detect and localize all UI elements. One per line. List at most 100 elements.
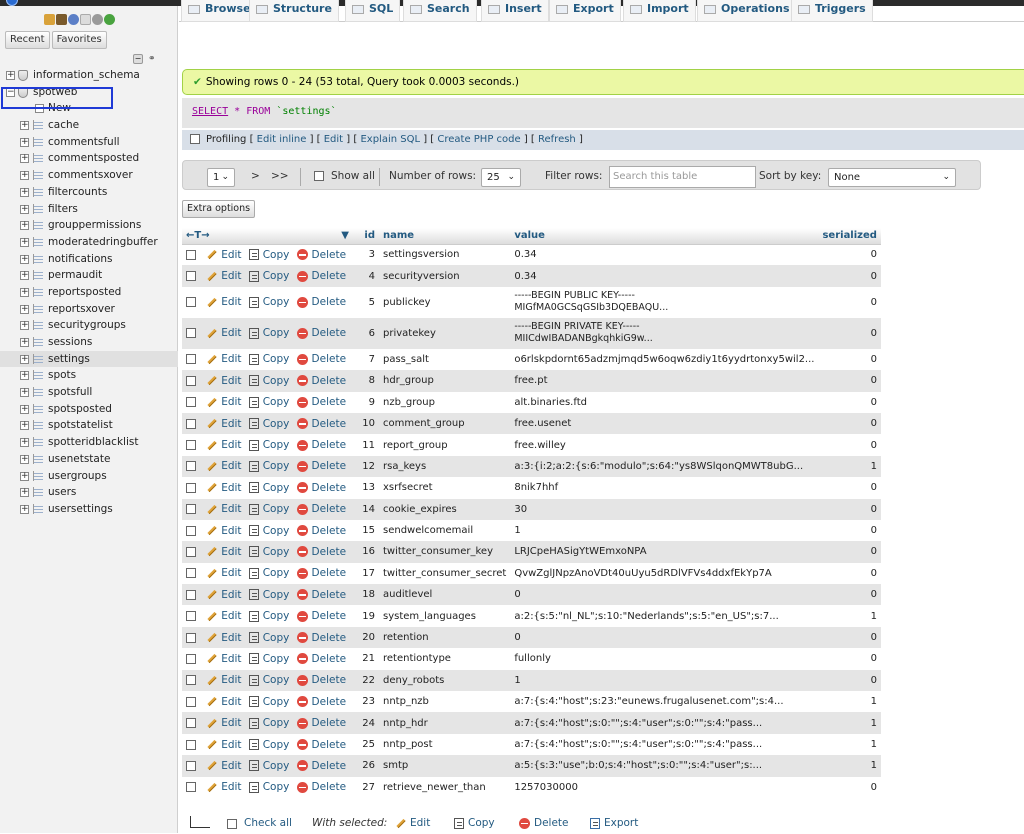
cell-name[interactable]: nntp_post — [379, 733, 511, 756]
cell-serialized[interactable]: 0 — [818, 626, 881, 649]
cell-value[interactable]: free.pt — [510, 370, 819, 392]
cell-name[interactable]: pass_salt — [379, 348, 511, 371]
cell-value[interactable]: -----BEGIN PRIVATE KEY----- MIICdwIBADANB… — [510, 317, 819, 349]
delete-row-button[interactable]: Delete — [296, 270, 346, 282]
cell-id[interactable]: 15 — [353, 519, 379, 542]
delete-row-button[interactable]: Delete — [296, 610, 346, 622]
cell-name[interactable]: twitter_consumer_secret — [379, 562, 511, 585]
cell-id[interactable]: 13 — [353, 477, 379, 499]
table-item-cache[interactable]: + cache — [0, 117, 178, 134]
cell-serialized[interactable]: 0 — [818, 584, 881, 606]
expand-icon[interactable]: + — [20, 121, 29, 131]
tab-triggers[interactable]: Triggers — [791, 0, 873, 22]
cell-value[interactable]: 1257030000 — [510, 776, 819, 798]
cell-name[interactable]: comment_group — [379, 412, 511, 435]
copy-row-button[interactable]: Copy — [248, 460, 289, 472]
cell-id[interactable]: 20 — [353, 626, 379, 649]
rows-select[interactable]: 25 ⌄ — [481, 168, 521, 187]
delete-row-button[interactable]: Delete — [296, 781, 346, 793]
cell-serialized[interactable]: 1 — [818, 455, 881, 478]
delete-row-button[interactable]: Delete — [296, 439, 346, 451]
copy-row-button[interactable]: Copy — [248, 249, 289, 261]
expand-icon[interactable]: + — [20, 171, 29, 181]
copy-row-button[interactable]: Copy — [248, 375, 289, 387]
expand-icon[interactable]: + — [20, 438, 29, 448]
table-item-settings[interactable]: + settings — [0, 350, 178, 368]
cell-serialized[interactable]: 0 — [818, 562, 881, 585]
delete-row-button[interactable]: Delete — [296, 296, 346, 308]
delete-row-button[interactable]: Delete — [296, 482, 346, 494]
cell-serialized[interactable]: 1 — [818, 755, 881, 777]
sql-select-keyword[interactable]: SELECT — [192, 106, 228, 117]
row-checkbox[interactable] — [186, 397, 196, 408]
expand-icon[interactable]: + — [20, 204, 29, 214]
reload-icon[interactable] — [104, 14, 115, 25]
row-checkbox[interactable] — [186, 440, 196, 451]
edit-row-button[interactable]: Edit — [207, 567, 242, 579]
row-checkbox[interactable] — [186, 418, 196, 429]
row-checkbox[interactable] — [186, 461, 196, 472]
row-checkbox[interactable] — [186, 632, 196, 643]
edit-row-button[interactable]: Edit — [207, 270, 242, 282]
delete-row-button[interactable]: Delete — [296, 696, 346, 708]
delete-row-button[interactable]: Delete — [296, 460, 346, 472]
cell-serialized[interactable]: 0 — [818, 498, 881, 520]
edit-row-button[interactable]: Edit — [207, 396, 242, 408]
edit-row-button[interactable]: Edit — [207, 353, 242, 365]
row-checkbox[interactable] — [186, 504, 196, 515]
cell-name[interactable]: auditlevel — [379, 584, 511, 606]
edit-row-button[interactable]: Edit — [207, 632, 242, 644]
cell-name[interactable]: smtp — [379, 755, 511, 777]
expand-icon[interactable]: + — [20, 471, 29, 481]
expand-icon[interactable]: + — [20, 271, 29, 281]
expand-icon[interactable]: + — [20, 221, 29, 231]
table-item-spotsposted[interactable]: + spotsposted — [0, 401, 178, 418]
cell-value[interactable]: 30 — [510, 498, 819, 520]
cell-serialized[interactable]: 0 — [818, 477, 881, 499]
cell-id[interactable]: 18 — [353, 584, 379, 606]
delete-row-button[interactable]: Delete — [296, 375, 346, 387]
cell-value[interactable]: free.usenet — [510, 412, 819, 435]
page-select[interactable]: 1 ⌄ — [207, 168, 235, 187]
edit-row-button[interactable]: Edit — [207, 296, 242, 308]
cell-name[interactable]: deny_robots — [379, 669, 511, 692]
row-checkbox[interactable] — [186, 739, 196, 750]
cell-value[interactable]: a:5:{s:3:"use";b:0;s:4:"host";s:0:"";s:4… — [510, 755, 819, 777]
column-header-id[interactable]: id — [353, 228, 379, 245]
cell-serialized[interactable]: 0 — [818, 348, 881, 371]
row-checkbox[interactable] — [186, 611, 196, 622]
expand-icon[interactable]: + — [20, 187, 29, 197]
cell-id[interactable]: 3 — [353, 244, 379, 266]
copy-row-button[interactable]: Copy — [248, 525, 289, 537]
cell-id[interactable]: 7 — [353, 348, 379, 371]
sort-select[interactable]: None ⌄ — [828, 168, 956, 187]
cell-id[interactable]: 21 — [353, 648, 379, 670]
row-checkbox[interactable] — [186, 297, 196, 308]
tab-sql[interactable]: SQL — [345, 0, 401, 22]
table-item-commentsxover[interactable]: + commentsxover — [0, 167, 178, 184]
cell-value[interactable]: a:3:{i:2;a:2:{s:6:"modulo";s:64:"ys8WSlq… — [510, 455, 819, 478]
row-checkbox[interactable] — [186, 760, 196, 771]
cell-value[interactable]: 0 — [510, 584, 819, 606]
cell-serialized[interactable]: 1 — [818, 733, 881, 756]
expand-icon[interactable]: + — [20, 338, 29, 347]
cell-id[interactable]: 23 — [353, 691, 379, 713]
copy-row-button[interactable]: Copy — [248, 653, 289, 665]
row-checkbox[interactable] — [186, 482, 196, 493]
cell-id[interactable]: 4 — [353, 265, 379, 287]
edit-row-button[interactable]: Edit — [207, 482, 242, 494]
edit-row-button[interactable]: Edit — [207, 249, 242, 261]
edit-row-button[interactable]: Edit — [207, 674, 242, 686]
edit-row-button[interactable]: Edit — [207, 503, 242, 515]
tab-structure[interactable]: Structure — [249, 0, 339, 22]
cell-value[interactable]: a:7:{s:4:"host";s:0:"";s:4:"user";s:0:""… — [510, 733, 819, 756]
cell-serialized[interactable]: 0 — [818, 265, 881, 287]
cell-serialized[interactable]: 0 — [818, 776, 881, 798]
cell-name[interactable]: twitter_consumer_key — [379, 541, 511, 563]
delete-row-button[interactable]: Delete — [296, 632, 346, 644]
copy-row-button[interactable]: Copy — [248, 760, 289, 772]
cell-id[interactable]: 26 — [353, 755, 379, 777]
cell-id[interactable]: 19 — [353, 605, 379, 627]
link-with-main-icon[interactable]: ⚭ — [148, 54, 156, 64]
bulk-export-button[interactable]: Export — [590, 817, 638, 829]
